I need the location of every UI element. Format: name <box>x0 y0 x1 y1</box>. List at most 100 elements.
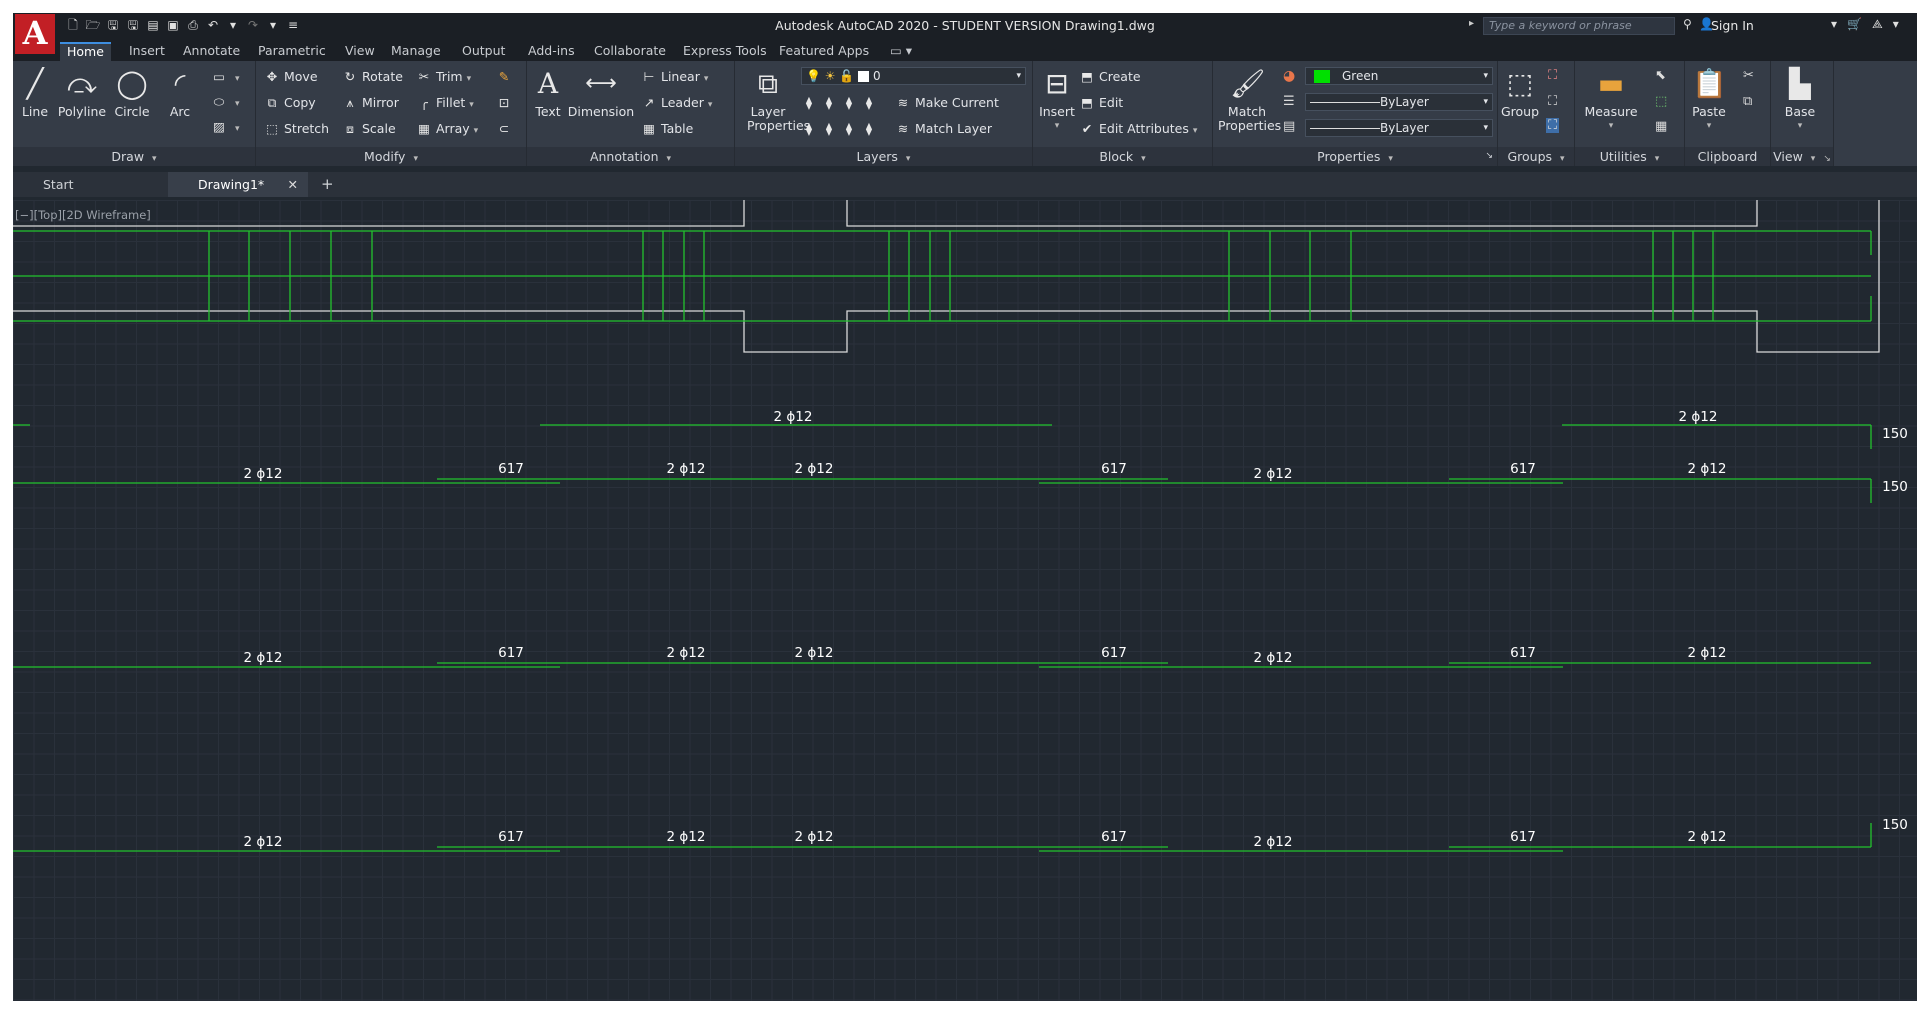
ribbon-display-toggle-icon[interactable]: ▭ ▾ <box>883 42 919 61</box>
draw-panel-label[interactable]: Draw ▾ <box>13 147 255 166</box>
tab-add-ins[interactable]: Add-ins <box>521 42 582 61</box>
quick-select-icon[interactable]: ⬉ <box>1655 68 1666 83</box>
hook-label[interactable]: 150 <box>1882 817 1908 833</box>
insert-button[interactable]: ⊟ Insert ▾ <box>1037 67 1077 133</box>
expand-search-icon[interactable]: ▸ <box>1469 18 1474 29</box>
ellipse-button[interactable]: ⬭ ▾ <box>211 93 240 111</box>
length-label[interactable]: 617 <box>1101 829 1127 845</box>
bar-label[interactable]: 2 ϕ12 <box>795 645 834 661</box>
search-input[interactable]: Type a keyword or phrase <box>1483 17 1675 35</box>
drawing1-tab[interactable]: Drawing1* ✕ <box>168 172 308 197</box>
bar-label[interactable]: 2 ϕ12 <box>1688 645 1727 661</box>
groups-panel-label[interactable]: Groups ▾ <box>1498 147 1574 166</box>
annotation-panel-label[interactable]: Annotation ▾ <box>527 147 734 166</box>
offset-button[interactable]: ⊂ <box>496 120 516 138</box>
bar-label[interactable]: 2 ϕ12 <box>667 829 706 845</box>
mirror-button[interactable]: ⩚ Mirror <box>342 94 398 112</box>
fillet-button[interactable]: ╭ Fillet ▾ <box>416 94 474 112</box>
tab-parametric[interactable]: Parametric <box>251 42 333 61</box>
bar-label[interactable]: 2 ϕ12 <box>1679 409 1718 425</box>
length-label[interactable]: 617 <box>1101 461 1127 477</box>
layer-walk-icon[interactable]: ⧫ <box>801 120 817 138</box>
trim-button[interactable]: ✂ Trim ▾ <box>416 68 471 86</box>
array-button[interactable]: ▦ Array ▾ <box>416 120 478 138</box>
line-button[interactable]: ╱ Line <box>17 67 53 119</box>
autodesk-a360-icon[interactable]: ⟁ <box>1872 17 1883 32</box>
layer-off-icon[interactable]: ⧫ <box>861 94 877 112</box>
rotate-button[interactable]: ↻ Rotate <box>342 68 403 86</box>
match-properties-button[interactable]: 🖌 Match Properties <box>1217 67 1281 133</box>
tab-manage[interactable]: Manage <box>384 42 448 61</box>
copy-clip-icon[interactable]: ⧉ <box>1743 94 1752 109</box>
layer-isolate-icon[interactable]: ⧫ <box>801 94 817 112</box>
binoculars-icon[interactable]: ⚲ <box>1683 17 1692 31</box>
text-button[interactable]: A Text <box>531 67 565 119</box>
ungroup-icon[interactable]: ⛶ <box>1548 68 1557 83</box>
properties-panel-label[interactable]: Properties ▾ ↘ <box>1213 147 1497 166</box>
linetype-dropdown[interactable]: ByLayer ▾ <box>1305 93 1493 111</box>
layer-lock-icon[interactable]: ⧫ <box>821 120 837 138</box>
length-label[interactable]: 617 <box>498 461 524 477</box>
length-label[interactable]: 617 <box>1510 645 1536 661</box>
layer-unlock-icon[interactable]: ⧫ <box>841 120 857 138</box>
length-label[interactable]: 617 <box>1510 461 1536 477</box>
bar-label[interactable]: 2 ϕ12 <box>1254 650 1293 666</box>
make-current-button[interactable]: ≋ Make Current <box>895 94 999 112</box>
tab-express-tools[interactable]: Express Tools <box>676 42 774 61</box>
length-label[interactable]: 617 <box>1510 829 1536 845</box>
tab-view[interactable]: View <box>338 42 382 61</box>
length-label[interactable]: 617 <box>498 645 524 661</box>
bar-label[interactable]: 2 ϕ12 <box>244 466 283 482</box>
hatch-button[interactable]: ▨ ▾ <box>211 118 239 136</box>
close-tab-icon[interactable]: ✕ <box>288 172 298 197</box>
layer-dropdown[interactable]: 💡 ☀ 🔓 0 ▾ <box>801 67 1026 85</box>
move-button[interactable]: ✥ Move <box>264 68 318 86</box>
hook-label[interactable]: 150 <box>1882 479 1908 495</box>
dimension-button[interactable]: ⟷ Dimension <box>567 67 635 119</box>
bar-label[interactable]: 2 ϕ12 <box>244 650 283 666</box>
bar-label[interactable]: 2 ϕ12 <box>795 461 834 477</box>
hook-label[interactable]: 150 <box>1882 426 1908 442</box>
application-menu-button[interactable]: A <box>15 14 55 54</box>
tab-output[interactable]: Output <box>455 42 512 61</box>
group-selection-icon[interactable]: ⛶ <box>1546 118 1560 133</box>
bar-label[interactable]: 2 ϕ12 <box>244 834 283 850</box>
block-panel-label[interactable]: Block ▾ <box>1033 147 1212 166</box>
stretch-button[interactable]: ⬚ Stretch <box>264 120 329 138</box>
cart-icon[interactable]: 🛒 <box>1847 17 1862 32</box>
create-block-button[interactable]: ⬒ Create <box>1079 68 1140 86</box>
layer-properties-button[interactable]: ⧉ Layer Properties <box>739 67 810 133</box>
bar-label[interactable]: 2 ϕ12 <box>795 829 834 845</box>
bar-label[interactable]: 2 ϕ12 <box>1254 834 1293 850</box>
calculator-icon[interactable]: ▦ <box>1655 119 1667 134</box>
edit-block-button[interactable]: ⬒ Edit <box>1079 94 1123 112</box>
copy-button[interactable]: ⧉ Copy <box>264 94 316 112</box>
erase-button[interactable]: ✎ <box>496 68 516 86</box>
scale-button[interactable]: ⧈ Scale <box>342 120 396 138</box>
polyline-button[interactable]: ⤼ Polyline <box>57 67 107 119</box>
bar-label[interactable]: 2 ϕ12 <box>1688 461 1727 477</box>
account-dropdown-icon[interactable]: ▾ <box>1831 17 1837 32</box>
tab-annotate[interactable]: Annotate <box>176 42 247 61</box>
bar-label[interactable]: 2 ϕ12 <box>774 409 813 425</box>
rectangle-button[interactable]: ▭ ▾ <box>211 68 239 86</box>
bar-label[interactable]: 2 ϕ12 <box>667 645 706 661</box>
bar-label[interactable]: 2 ϕ12 <box>667 461 706 477</box>
view-panel-label[interactable]: View ▾ ↘ <box>1771 147 1833 166</box>
tab-insert[interactable]: Insert <box>122 42 172 61</box>
layers-panel-label[interactable]: Layers ▾ <box>735 147 1032 166</box>
select-all-icon[interactable]: ⬚ <box>1655 94 1667 109</box>
color-dropdown[interactable]: Green ▾ <box>1305 67 1493 85</box>
new-tab-button[interactable]: + <box>311 172 341 197</box>
layer-freeze-icon[interactable]: ⧫ <box>841 94 857 112</box>
start-tab[interactable]: Start <box>13 172 168 197</box>
base-button[interactable]: ▙ Base ▾ <box>1777 67 1823 133</box>
paste-button[interactable]: 📋 Paste ▾ <box>1689 67 1729 133</box>
help-dropdown-icon[interactable]: ▾ <box>1893 17 1899 32</box>
clipboard-panel-label[interactable]: Clipboard <box>1685 147 1770 166</box>
layer-thaw-icon[interactable]: ⧫ <box>861 120 877 138</box>
linear-button[interactable]: ⊢ Linear ▾ <box>641 68 709 86</box>
sign-in-button[interactable]: Sign In <box>1711 18 1754 33</box>
bar-label[interactable]: 2 ϕ12 <box>1254 466 1293 482</box>
cut-icon[interactable]: ✂ <box>1743 68 1754 83</box>
